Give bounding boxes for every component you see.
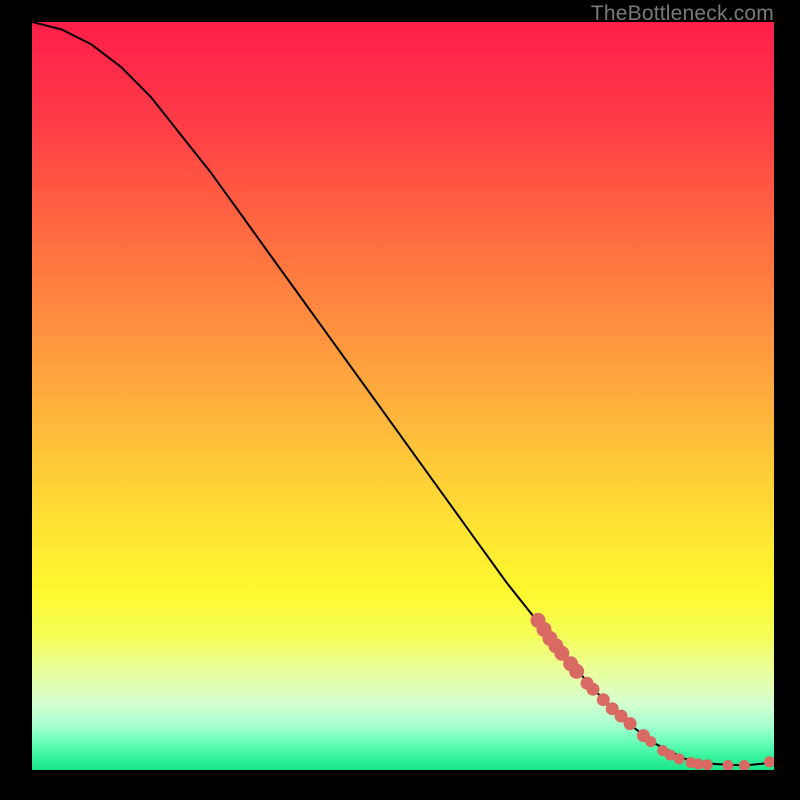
data-point bbox=[645, 736, 656, 747]
data-point bbox=[723, 760, 734, 770]
bottleneck-curve bbox=[32, 22, 774, 766]
data-point bbox=[764, 756, 774, 767]
data-point bbox=[702, 759, 713, 770]
chart-overlay bbox=[32, 22, 774, 770]
plot-area bbox=[32, 22, 774, 770]
chart-frame: TheBottleneck.com bbox=[0, 0, 800, 800]
data-point bbox=[587, 683, 600, 696]
data-point bbox=[569, 664, 584, 679]
data-points-group bbox=[531, 613, 775, 770]
data-point bbox=[624, 717, 637, 730]
data-point bbox=[674, 753, 685, 764]
data-point bbox=[739, 760, 750, 770]
